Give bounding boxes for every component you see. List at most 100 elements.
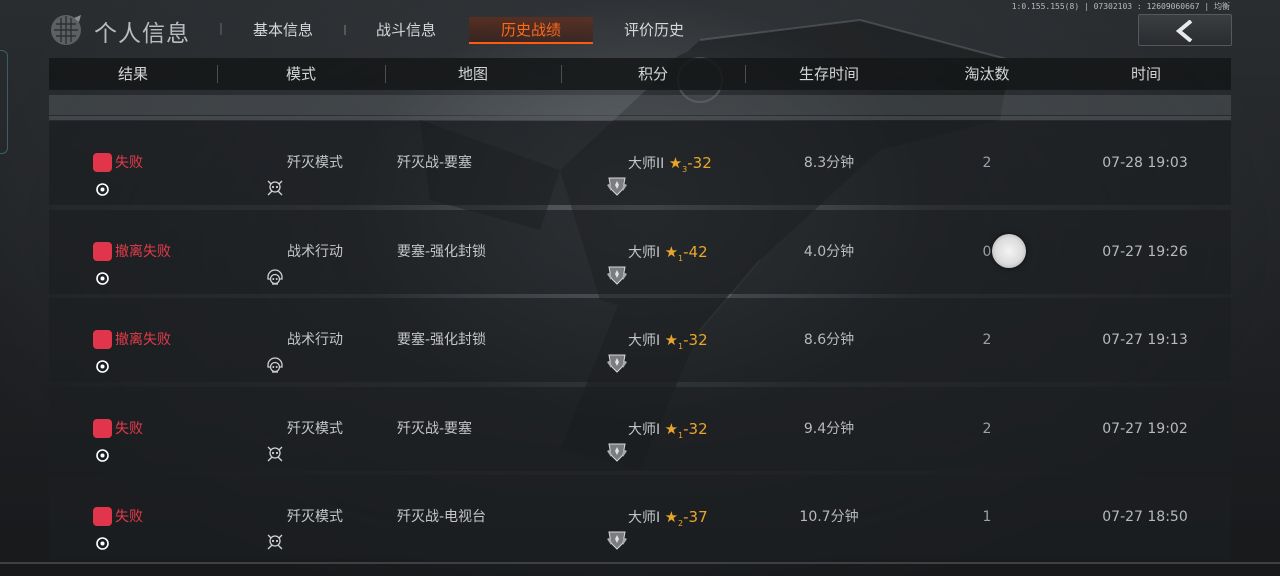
score-cell: 大师II ★3-32	[606, 121, 766, 205]
result-cell: 撤离失败	[93, 298, 213, 382]
defeat-icon	[93, 506, 112, 550]
table-row[interactable]: 失败 歼灭模式 歼灭战-要塞 大师I ★1-32 9.4分钟 2 07-27 19:02	[49, 387, 1231, 471]
rank-text: 大师I	[628, 333, 661, 349]
match-time-cell: 07-27 19:02	[1102, 421, 1188, 437]
survival-time-cell: 8.3分钟	[803, 155, 855, 171]
star-icon: ★	[664, 331, 679, 349]
defeat-icon	[93, 418, 112, 462]
match-time-cell: 07-27 18:50	[1102, 509, 1188, 525]
mode-text: 战术行动	[287, 332, 343, 348]
table-header: 结果 模式 地图 积分 生存时间 淘汰数 时间	[49, 58, 1231, 90]
score-cell: 大师I ★1-32	[606, 298, 766, 382]
skull-helmet-icon	[265, 329, 285, 373]
map-cell: 歼灭战-电视台	[397, 509, 487, 525]
table-row[interactable]: 失败 歼灭模式 歼灭战-要塞 大师II ★3-32 8.3分钟 2 07-28 19:03	[49, 121, 1231, 205]
table-row[interactable]: 撤离失败 战术行动 要塞-强化封锁 大师I ★1-32 8.6分钟 2 07-27 19:1…	[49, 298, 1231, 382]
result-cell: 失败	[93, 121, 213, 205]
table-row[interactable]: 撤离失败 战术行动 要塞-强化封锁 大师I ★1-42 4.0分钟 0 07-27 19:2…	[49, 210, 1231, 294]
profile-emblem-icon	[51, 15, 81, 45]
score-cell: 大师I ★1-42	[606, 210, 766, 294]
score-delta: -37	[683, 508, 708, 526]
column-header-time: 时间	[1130, 65, 1161, 83]
eliminations-cell: 0	[982, 244, 992, 260]
score-cell: 大师I ★1-32	[606, 387, 766, 471]
star-icon: ★	[668, 154, 683, 172]
defeat-icon	[93, 152, 112, 196]
chevron-left-icon	[1175, 20, 1193, 42]
rank-text: 大师I	[628, 422, 661, 438]
survival-time-cell: 10.7分钟	[799, 509, 859, 525]
rank-badge-icon	[606, 151, 628, 196]
side-drawer-handle[interactable]	[0, 50, 8, 154]
mode-cell: 战术行动	[265, 210, 385, 294]
column-header-eliminations: 淘汰数	[964, 65, 1010, 83]
mode-text: 歼灭模式	[287, 509, 343, 525]
top-bar: 个人信息 基本信息 战斗信息 历史战绩 评价历史 1:0.155.155(8) …	[0, 0, 1280, 52]
tab-divider	[344, 25, 346, 35]
mode-text: 歼灭模式	[287, 155, 343, 171]
bottom-divider	[0, 562, 1280, 564]
score-delta: -32	[687, 154, 712, 172]
result-cell: 失败	[93, 475, 213, 559]
tab-basic-info[interactable]: 基本信息	[238, 17, 328, 44]
defeat-icon	[93, 329, 112, 373]
map-cell: 歼灭战-要塞	[397, 155, 473, 171]
column-header-result: 结果	[117, 65, 148, 83]
survival-time-cell: 8.6分钟	[803, 332, 855, 348]
score-delta: -32	[683, 331, 708, 349]
result-text: 失败	[115, 421, 143, 437]
survival-time-cell: 4.0分钟	[803, 244, 855, 260]
score-delta: -42	[683, 243, 708, 261]
result-text: 撤离失败	[115, 332, 171, 348]
skull-crosshair-icon	[265, 418, 285, 462]
rank-text: 大师I	[628, 510, 661, 526]
mode-cell: 歼灭模式	[265, 475, 385, 559]
match-time-cell: 07-27 19:26	[1102, 244, 1188, 260]
tab-battle-info[interactable]: 战斗信息	[361, 17, 451, 44]
mode-cell: 歼灭模式	[265, 121, 385, 205]
skull-crosshair-icon	[265, 506, 285, 550]
result-text: 失败	[115, 155, 143, 171]
table-header-divider	[49, 116, 1231, 120]
column-header-score: 积分	[637, 65, 668, 83]
column-header-map: 地图	[457, 65, 488, 83]
map-cell: 歼灭战-要塞	[397, 421, 473, 437]
back-button[interactable]	[1138, 14, 1232, 46]
rank-badge-icon	[606, 505, 628, 550]
rank-text: 大师II	[628, 156, 665, 172]
tab-match-history[interactable]: 历史战绩	[469, 17, 593, 44]
table-row[interactable]: 失败 歼灭模式 歼灭战-电视台 大师I ★2-37 10.7分钟 1 07-27 18:50	[49, 475, 1231, 559]
column-header-mode: 模式	[285, 65, 316, 83]
map-cell: 要塞-强化封锁	[397, 332, 487, 348]
tab-review-history[interactable]: 评价历史	[609, 17, 699, 44]
column-header-survival-time: 生存时间	[798, 65, 859, 83]
skull-helmet-icon	[265, 241, 285, 285]
star-icon: ★	[664, 508, 679, 526]
rank-badge-icon	[606, 417, 628, 462]
map-cell: 要塞-强化封锁	[397, 244, 487, 260]
result-text: 失败	[115, 509, 143, 525]
eliminations-cell: 1	[982, 509, 992, 525]
score-cell: 大师I ★2-37	[606, 475, 766, 559]
mode-text: 战术行动	[287, 244, 343, 260]
result-cell: 撤离失败	[93, 210, 213, 294]
eliminations-cell: 2	[982, 332, 992, 348]
rank-badge-icon	[606, 240, 628, 285]
score-delta: -32	[683, 420, 708, 438]
rank-text: 大师I	[628, 245, 661, 261]
eliminations-cell: 2	[982, 155, 992, 171]
table-header-spacer	[49, 95, 1231, 115]
defeat-icon	[93, 241, 112, 285]
rank-badge-icon	[606, 328, 628, 373]
skull-crosshair-icon	[265, 152, 285, 196]
match-time-cell: 07-27 19:13	[1102, 332, 1188, 348]
star-icon: ★	[664, 243, 679, 261]
eliminations-cell: 2	[982, 421, 992, 437]
touch-indicator	[992, 234, 1026, 268]
title-divider	[220, 23, 222, 35]
system-status-text: 1:0.155.155(8) | 07302103 : 12609060667 …	[1011, 2, 1230, 11]
mode-cell: 歼灭模式	[265, 387, 385, 471]
mode-cell: 战术行动	[265, 298, 385, 382]
star-icon: ★	[664, 420, 679, 438]
page-title: 个人信息	[94, 21, 190, 47]
